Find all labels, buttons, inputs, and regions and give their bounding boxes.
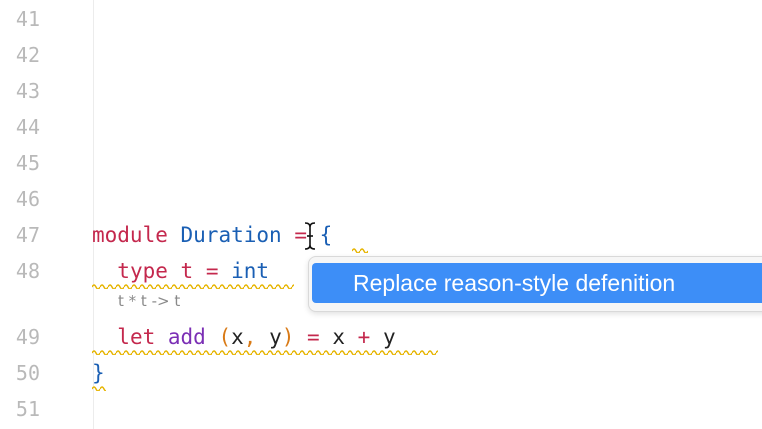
- comma: ,: [243, 325, 257, 349]
- quick-fix-popup: Replace reason-style defenition: [308, 256, 762, 312]
- keyword-type: type: [117, 259, 168, 283]
- type-name: t: [180, 259, 194, 283]
- keyword-let: let: [117, 325, 156, 349]
- code-line-49[interactable]: let add (x, y) = x + y: [92, 324, 396, 350]
- warning-squiggle: [92, 283, 294, 291]
- equals-operator: =: [294, 325, 333, 349]
- text-cursor-icon: [304, 221, 316, 251]
- operand-y: y: [382, 325, 396, 349]
- warning-squiggle: [92, 385, 106, 393]
- type-int: int: [231, 259, 270, 283]
- param-x: x: [231, 325, 244, 349]
- warning-squiggle: [352, 247, 368, 255]
- quick-fix-replace-definition[interactable]: Replace reason-style defenition: [312, 263, 762, 303]
- module-name: Duration: [180, 223, 282, 247]
- open-paren: (: [218, 325, 232, 349]
- close-paren: ): [281, 325, 295, 349]
- code-line-48[interactable]: type t = int: [92, 258, 269, 284]
- warning-squiggle: [92, 349, 438, 357]
- type-hint: t * t -> t: [118, 292, 181, 310]
- line-number: 44: [15, 115, 40, 139]
- line-number: 41: [15, 7, 40, 31]
- code-line-50[interactable]: }: [92, 360, 105, 386]
- line-number: 49: [15, 325, 40, 349]
- line-number: 46: [15, 187, 40, 211]
- line-number: 42: [15, 43, 40, 67]
- keyword-module: module: [92, 223, 168, 247]
- close-brace: }: [92, 361, 105, 385]
- code-line-47[interactable]: module Duration = {: [92, 222, 332, 248]
- line-number: 51: [15, 397, 40, 421]
- line-number: 47: [15, 223, 40, 247]
- plus-operator: +: [345, 325, 383, 349]
- line-number: 50: [15, 361, 40, 385]
- open-brace: {: [319, 223, 333, 247]
- line-number: 43: [15, 79, 40, 103]
- equals-operator: =: [193, 259, 232, 283]
- function-name: add: [167, 325, 206, 349]
- line-number: 45: [15, 151, 40, 175]
- param-y: y: [256, 325, 282, 349]
- line-number: 48: [15, 259, 40, 283]
- operand-x: x: [332, 325, 345, 349]
